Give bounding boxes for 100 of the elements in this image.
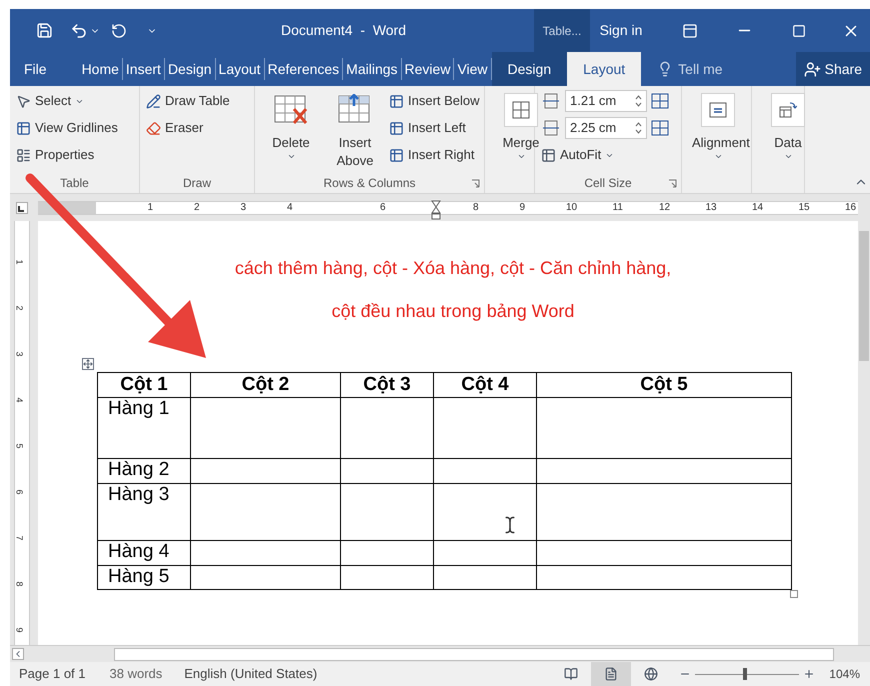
distribute-icon (651, 92, 669, 110)
scroll-left-icon[interactable] (12, 648, 24, 660)
ribbon-button[interactable]: Insert Above (325, 90, 385, 173)
ruler-number: 8 (14, 582, 24, 586)
sign-in-link[interactable]: Sign in (596, 20, 646, 41)
delete-table-icon (274, 94, 308, 126)
table-cell: Hàng 1 (98, 398, 190, 458)
ribbon-tab[interactable]: File (10, 52, 79, 86)
size-field[interactable]: 2.25 cm (565, 117, 647, 139)
save-icon[interactable] (36, 22, 53, 39)
size-field[interactable]: 1.21 cm (565, 90, 647, 112)
person-icon (804, 60, 821, 78)
print-view-icon (604, 667, 618, 681)
group-label: Cell Size (584, 175, 632, 192)
ruler-number: 4 (287, 200, 293, 214)
page-count[interactable]: Page 1 of 1 (19, 664, 86, 684)
ribbon-tab[interactable]: Mailings (343, 58, 402, 80)
ribbon-tab[interactable]: Review (402, 58, 454, 80)
ruler-number: 3 (14, 352, 24, 356)
ribbon-button[interactable]: Insert Right (389, 144, 480, 166)
eraser-icon (146, 120, 161, 136)
ribbon-button[interactable]: Eraser (146, 117, 230, 139)
column-header: Cột 3 (340, 372, 434, 398)
dialog-launcher-icon[interactable] (471, 179, 480, 188)
ribbon-button[interactable]: Properties (16, 144, 118, 166)
read-view-icon (564, 667, 578, 681)
spinner-icon (635, 121, 642, 135)
column-header: Cột 2 (190, 372, 340, 398)
ribbon-button[interactable]: Select (16, 90, 118, 112)
undo-icon[interactable] (70, 22, 88, 40)
window-title: Document4 - Word (281, 21, 406, 40)
ruler-number: 16 (845, 200, 856, 214)
ruler-number: 5 (14, 444, 24, 448)
zoom-level[interactable]: 104% (829, 665, 860, 683)
ruler-number: 8 (473, 200, 479, 214)
ribbon-tab[interactable]: Home (78, 58, 123, 80)
properties-icon (16, 148, 31, 162)
zoom-thumb[interactable] (743, 668, 748, 680)
ribbon-tab[interactable]: References (264, 58, 344, 80)
zoom-slider[interactable] (695, 667, 800, 681)
web-view-icon (644, 667, 658, 681)
table-cell: Hàng 3 (98, 484, 190, 540)
ruler-number: 7 (14, 536, 24, 540)
column-header: Cột 5 (536, 372, 792, 398)
context-tab-group: Table... (534, 9, 590, 52)
zoom-in-icon[interactable] (803, 668, 816, 680)
tell-me-field[interactable]: Tell me (653, 52, 727, 86)
ribbon-tab[interactable]: Design (492, 52, 568, 86)
ribbon-button[interactable]: Delete (261, 90, 321, 173)
horizontal-scrollbar[interactable] (114, 648, 834, 660)
ruler-number: 6 (380, 200, 386, 214)
ruler-number: 15 (798, 200, 810, 214)
ribbon-button[interactable]: Insert Left (389, 117, 480, 139)
dialog-launcher-icon[interactable] (668, 179, 677, 188)
share-button[interactable]: Share (796, 52, 870, 86)
group-label: Rows & Columns (323, 175, 416, 192)
ribbon-tab[interactable]: Layout (567, 52, 642, 86)
ribbon-tab[interactable]: Layout (216, 58, 265, 80)
ribbon-button[interactable]: Insert Below (389, 90, 480, 112)
alignment-icon (709, 101, 727, 119)
column-header: Cột 1 (98, 372, 190, 398)
autofit-icon (541, 148, 556, 162)
ruler-number: 1 (148, 200, 154, 214)
table-cell: Hàng 4 (98, 540, 190, 566)
data-icon (779, 101, 797, 119)
ruler-number: 12 (659, 200, 670, 214)
group-label: Table (60, 175, 89, 192)
maximize-icon[interactable] (792, 24, 806, 38)
ribbon-tab[interactable]: Design (164, 58, 216, 80)
pointer-icon (16, 94, 31, 108)
spinner-icon (635, 94, 642, 108)
pencil-icon (146, 94, 161, 108)
ruler-number: 10 (566, 200, 578, 214)
view-button[interactable] (591, 662, 632, 686)
ruler-number: 13 (706, 200, 717, 214)
ribbon-button[interactable]: Alignment (688, 90, 748, 173)
ruler-number: 11 (612, 200, 623, 214)
indent-marker-icon[interactable] (431, 200, 441, 220)
ribbon-display-icon[interactable] (682, 22, 698, 38)
merge-cells-icon (512, 101, 530, 119)
ribbon-button[interactable]: Data (758, 90, 818, 173)
ruler-number: 6 (14, 490, 24, 494)
ruler-number: 1 (14, 260, 24, 264)
heading-line: cột đều nhau trong bảng Word (332, 300, 574, 323)
ribbon-tab[interactable]: Insert (122, 58, 165, 80)
table-grid-icon (16, 120, 31, 136)
resize-handle[interactable] (790, 590, 798, 598)
heading-line: cách thêm hàng, cột - Xóa hàng, cột - Căn chỉnh hàng, (234, 257, 672, 280)
table-move-handle-icon[interactable] (82, 358, 94, 370)
language-status[interactable]: English (United States) (184, 664, 318, 684)
table-cell: Hàng 2 (98, 458, 190, 484)
ruler-number: 14 (752, 200, 764, 214)
ribbon-button[interactable]: View Gridlines (16, 117, 118, 139)
ruler-number: 2 (14, 306, 24, 310)
column-header: Cột 4 (434, 372, 536, 398)
word-count[interactable]: 38 words (110, 664, 162, 684)
ribbon-button[interactable]: Draw Table (146, 90, 230, 112)
cell-size-icon (541, 118, 561, 138)
tab-stop-icon[interactable] (16, 202, 28, 214)
redo-icon[interactable] (111, 22, 127, 38)
